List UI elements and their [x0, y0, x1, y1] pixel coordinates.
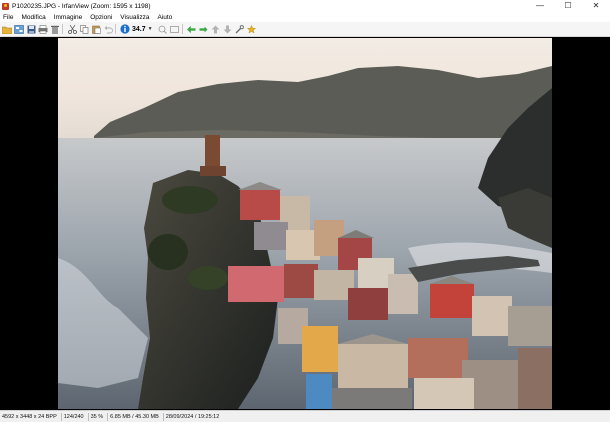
paste-icon[interactable] [91, 24, 101, 34]
undo-icon[interactable] [103, 24, 113, 34]
menu-immagine[interactable]: Immagine [51, 14, 86, 21]
displayed-photo[interactable] [58, 38, 552, 409]
title-bar: P1020235.JPG - IrfanView (Zoom: 1595 x 1… [0, 0, 610, 12]
chevron-down-icon[interactable]: ▼ [148, 26, 153, 32]
save-icon[interactable] [26, 24, 36, 34]
toolbar-separator [62, 24, 63, 34]
print-icon[interactable] [38, 24, 48, 34]
maximize-button[interactable]: ☐ [554, 0, 582, 12]
minimize-button[interactable]: — [526, 0, 554, 12]
window-title: P1020235.JPG - IrfanView (Zoom: 1595 x 1… [12, 2, 151, 10]
toolbar: 34.7 ▼ [0, 22, 610, 37]
status-dimensions: 4592 x 3448 x 24 BPP [0, 412, 62, 421]
minimize-icon: — [536, 1, 544, 10]
status-index: 124/240 [62, 412, 89, 421]
zoom-in-icon[interactable] [158, 24, 168, 34]
zoom-value[interactable]: 34.7 [132, 26, 146, 33]
cut-icon[interactable] [67, 24, 77, 34]
irfanview-app-icon [2, 2, 9, 10]
close-icon: ✕ [592, 1, 600, 10]
thumbnails-icon[interactable] [14, 24, 24, 34]
tools-icon[interactable] [235, 24, 245, 34]
close-button[interactable]: ✕ [582, 0, 610, 12]
image-viewer[interactable] [0, 37, 610, 410]
zoom-control[interactable]: 34.7 ▼ [120, 24, 153, 34]
menu-bar: File Modifica Immagine Opzioni Visualizz… [0, 12, 610, 22]
info-icon [120, 24, 130, 34]
status-bar: 4592 x 3448 x 24 BPP 124/240 35 % 6.85 M… [0, 410, 610, 422]
next-icon[interactable] [199, 24, 209, 34]
window-controls: — ☐ ✕ [526, 0, 610, 12]
maximize-icon: ☐ [564, 1, 572, 10]
status-datetime: 28/09/2024 / 19:25:12 [165, 413, 220, 420]
previous-icon[interactable] [187, 24, 197, 34]
open-folder-icon[interactable] [2, 24, 12, 34]
toolbar-separator [181, 24, 183, 34]
copy-icon[interactable] [79, 24, 89, 34]
menu-file[interactable]: File [0, 14, 16, 21]
status-file-size: 6.85 MB / 45.30 MB [108, 412, 164, 421]
delete-icon[interactable] [50, 24, 60, 34]
menu-opzioni[interactable]: Opzioni [87, 14, 115, 21]
status-zoom: 35 % [89, 412, 109, 421]
menu-aiuto[interactable]: Aiuto [154, 14, 175, 21]
menu-modifica[interactable]: Modifica [18, 14, 48, 21]
menu-visualizza[interactable]: Visualizza [117, 14, 152, 21]
first-icon[interactable] [211, 24, 221, 34]
toolbar-separator [115, 24, 116, 34]
zoom-out-icon[interactable] [170, 24, 180, 34]
favorite-icon[interactable] [247, 24, 257, 34]
down-icon[interactable] [223, 24, 233, 34]
